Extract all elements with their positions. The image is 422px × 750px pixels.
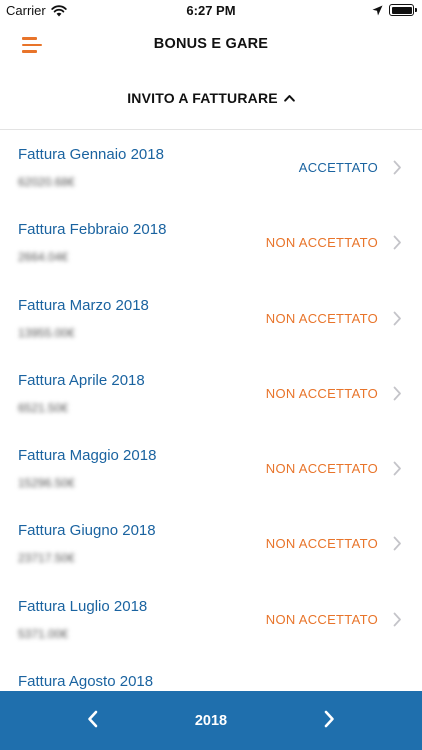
invoice-title: Fattura Agosto 2018 <box>18 673 154 691</box>
status-badge: ACCETTATO <box>298 160 378 175</box>
invoice-amount: 5371.00€ <box>18 626 69 641</box>
invoice-title: Fattura Aprile 2018 <box>18 371 145 389</box>
list-item[interactable]: Fattura Marzo 2018 13955.00€ NON ACCETTA… <box>0 282 422 357</box>
chevron-left-icon[interactable] <box>87 710 98 728</box>
invoice-amount: 13955.00€ <box>18 325 75 340</box>
status-badge: NON ACCETTATO <box>265 611 378 627</box>
invoice-amount: 23717.50€ <box>18 551 75 566</box>
chevron-right-icon[interactable] <box>324 710 335 728</box>
status-badge: NON ACCETTATO <box>265 385 378 401</box>
year-selector-bar: 2018 <box>0 691 422 750</box>
clock: 6:27 PM <box>186 3 236 18</box>
list-item[interactable]: Fattura Giugno 2018 23717.50€ NON ACCETT… <box>0 507 422 582</box>
list-item[interactable]: Fattura Gennaio 2018 62020.68€ ACCETTATO <box>0 131 422 206</box>
location-arrow-icon <box>372 5 383 15</box>
chevron-right-icon <box>393 461 401 476</box>
chevron-right-icon <box>393 160 401 175</box>
chevron-right-icon <box>393 311 401 325</box>
nav-bar: BONUS E GARE <box>0 22 422 66</box>
section-toggle[interactable]: INVITO A FATTURARE <box>0 66 422 130</box>
list-item[interactable]: Fattura Febbraio 2018 2664.04€ NON ACCET… <box>0 206 422 281</box>
invoice-title: Fattura Gennaio 2018 <box>18 146 164 163</box>
status-bar: Carrier 6:27 PM <box>0 0 422 22</box>
invoice-title: Fattura Marzo 2018 <box>18 296 149 314</box>
chevron-right-icon <box>393 537 401 551</box>
invoice-list: Fattura Gennaio 2018 62020.68€ ACCETTATO… <box>0 131 422 733</box>
invoice-title: Fattura Luglio 2018 <box>18 597 148 615</box>
status-badge: NON ACCETTATO <box>265 310 378 326</box>
chevron-right-icon <box>393 235 401 250</box>
status-badge: NON ACCETTATO <box>265 461 378 477</box>
invoice-title: Fattura Maggio 2018 <box>18 447 157 465</box>
list-item[interactable]: Fattura Maggio 2018 15296.50€ NON ACCETT… <box>0 432 422 507</box>
page-title: BONUS E GARE <box>153 36 269 52</box>
status-badge: NON ACCETTATO <box>265 235 378 251</box>
invoice-title: Fattura Giugno 2018 <box>18 522 156 540</box>
invoice-title: Fattura Febbraio 2018 <box>18 221 167 239</box>
invoice-amount: 2664.04€ <box>18 250 69 265</box>
list-item[interactable]: Fattura Luglio 2018 5371.00€ NON ACCETTA… <box>0 583 422 658</box>
invoice-amount: 6521.50€ <box>18 400 69 415</box>
status-right <box>372 4 417 16</box>
status-badge: NON ACCETTATO <box>265 536 378 552</box>
chevron-up-icon <box>283 94 295 102</box>
invoice-amount: 62020.68€ <box>18 175 75 189</box>
chevron-right-icon <box>393 612 401 627</box>
section-title: INVITO A FATTURARE <box>127 89 278 106</box>
list-item[interactable]: Fattura Aprile 2018 6521.50€ NON ACCETTA… <box>0 357 422 432</box>
battery-icon <box>389 4 417 16</box>
year-label: 2018 <box>194 712 228 729</box>
chevron-right-icon <box>393 386 401 401</box>
invoice-amount: 15296.50€ <box>18 476 75 491</box>
